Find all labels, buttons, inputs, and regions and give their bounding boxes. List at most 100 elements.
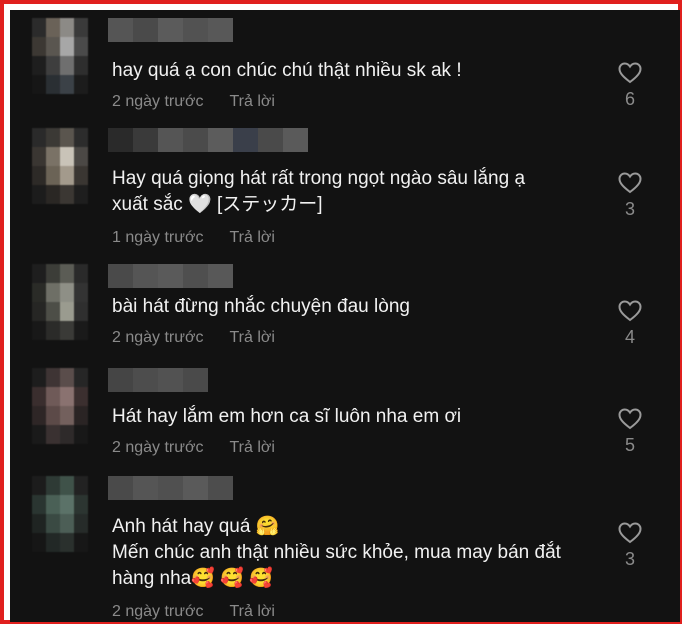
avatar-pixel xyxy=(74,476,88,495)
avatar-pixel xyxy=(60,56,74,75)
username-pixel xyxy=(158,368,183,392)
avatar-pixel xyxy=(60,387,74,406)
username-pixel xyxy=(133,368,158,392)
reply-button[interactable]: Trả lời xyxy=(229,228,274,248)
avatar-pixel xyxy=(32,514,46,533)
like-count: 4 xyxy=(624,327,635,347)
comment-list[interactable]: hay quá ạ con chúc chú thật nhiều sk ak … xyxy=(10,10,680,622)
reply-button[interactable]: Trả lời xyxy=(229,92,274,112)
username-pixel xyxy=(158,128,183,152)
username-pixel xyxy=(183,18,208,42)
username[interactable] xyxy=(108,476,233,500)
username-pixel xyxy=(133,128,158,152)
username-pixel xyxy=(108,368,133,392)
avatar-pixel xyxy=(60,514,74,533)
avatar-pixel xyxy=(60,75,74,94)
avatar-pixel xyxy=(60,321,74,340)
avatar[interactable] xyxy=(32,368,88,444)
avatar-pixel xyxy=(32,147,46,166)
avatar-pixel xyxy=(60,368,74,387)
heart-icon xyxy=(618,300,642,322)
avatar-pixel xyxy=(32,128,46,147)
username[interactable] xyxy=(108,264,233,288)
username-pixel xyxy=(183,368,208,392)
avatar-pixel xyxy=(60,302,74,321)
avatar-pixel xyxy=(46,166,60,185)
avatar-pixel xyxy=(46,533,60,552)
avatar-pixel xyxy=(32,406,46,425)
reply-button[interactable]: Trả lời xyxy=(229,328,274,348)
comment-meta: 1 ngày trước Trả lời xyxy=(112,228,275,248)
avatar-pixel xyxy=(32,56,46,75)
avatar-pixel xyxy=(74,495,88,514)
comment-item: Hát hay lắm em hơn ca sĩ luôn nha em ơi … xyxy=(10,368,680,468)
avatar-pixel xyxy=(46,147,60,166)
avatar-pixel xyxy=(32,476,46,495)
avatar-pixel xyxy=(46,75,60,94)
like-count: 6 xyxy=(624,89,635,109)
username-pixel xyxy=(108,264,133,288)
avatar-pixel xyxy=(60,476,74,495)
like-button[interactable]: 5 xyxy=(614,408,646,456)
avatar-pixel xyxy=(74,147,88,166)
avatar-pixel xyxy=(74,425,88,444)
like-button[interactable]: 4 xyxy=(614,300,646,348)
avatar-pixel xyxy=(74,18,88,37)
comment-text: hay quá ạ con chúc chú thật nhiều sk ak … xyxy=(112,60,462,81)
avatar-pixel xyxy=(32,283,46,302)
screenshot-frame: hay quá ạ con chúc chú thật nhiều sk ak … xyxy=(0,0,682,624)
avatar-pixel xyxy=(32,264,46,283)
like-count: 3 xyxy=(624,199,635,219)
avatar-pixel xyxy=(46,514,60,533)
avatar-pixel xyxy=(32,495,46,514)
comment-meta: 2 ngày trước Trả lời xyxy=(112,328,275,348)
avatar-pixel xyxy=(74,75,88,94)
avatar-pixel xyxy=(60,185,74,204)
heart-icon xyxy=(618,172,642,194)
comment-time: 2 ngày trước xyxy=(112,329,204,346)
avatar-pixel xyxy=(46,264,60,283)
comment-time: 1 ngày trước xyxy=(112,229,204,246)
username[interactable] xyxy=(108,128,308,152)
username-pixel xyxy=(183,476,208,500)
avatar-pixel xyxy=(32,18,46,37)
avatar-pixel xyxy=(32,166,46,185)
username-pixel xyxy=(158,264,183,288)
username-pixel xyxy=(108,128,133,152)
username-pixel xyxy=(208,18,233,42)
avatar-pixel xyxy=(74,368,88,387)
avatar-pixel xyxy=(46,302,60,321)
avatar-pixel xyxy=(32,37,46,56)
like-count: 5 xyxy=(624,435,635,455)
comment-item: Anh hát hay quá 🤗 Mến chúc anh thật nhiề… xyxy=(10,476,680,622)
username[interactable] xyxy=(108,368,208,392)
username-pixel xyxy=(233,128,258,152)
avatar-pixel xyxy=(46,56,60,75)
avatar-pixel xyxy=(46,321,60,340)
avatar-pixel xyxy=(74,321,88,340)
avatar[interactable] xyxy=(32,18,88,94)
comment-item: hay quá ạ con chúc chú thật nhiều sk ak … xyxy=(10,18,680,118)
like-count: 3 xyxy=(624,549,635,569)
avatar-pixel xyxy=(46,18,60,37)
reply-button[interactable]: Trả lời xyxy=(229,438,274,458)
like-button[interactable]: 3 xyxy=(614,522,646,570)
username-pixel xyxy=(108,476,133,500)
reply-button[interactable]: Trả lời xyxy=(229,602,274,622)
avatar-pixel xyxy=(74,56,88,75)
avatar-pixel xyxy=(74,533,88,552)
like-button[interactable]: 3 xyxy=(614,172,646,220)
avatar-pixel xyxy=(74,514,88,533)
avatar-pixel xyxy=(46,37,60,56)
avatar-pixel xyxy=(60,128,74,147)
avatar[interactable] xyxy=(32,264,88,340)
comment-item: bài hát đừng nhắc chuyện đau lòng 2 ngày… xyxy=(10,264,680,364)
username-pixel xyxy=(208,128,233,152)
comment-text: Anh hát hay quá 🤗 Mến chúc anh thật nhiề… xyxy=(112,516,561,589)
avatar[interactable] xyxy=(32,128,88,204)
avatar[interactable] xyxy=(32,476,88,552)
heart-icon xyxy=(618,408,642,430)
avatar-pixel xyxy=(74,166,88,185)
like-button[interactable]: 6 xyxy=(614,62,646,110)
username[interactable] xyxy=(108,18,233,42)
